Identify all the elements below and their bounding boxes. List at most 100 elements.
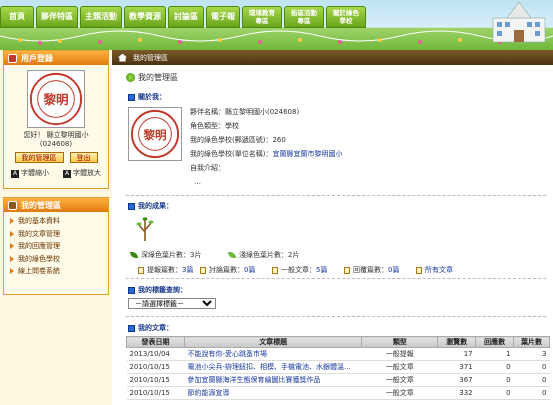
intro-text: … <box>194 178 201 186</box>
col-replies[interactable]: 回應數 <box>475 336 515 348</box>
tag-select[interactable]: －請選擇標籤－ <box>128 298 216 309</box>
sidebar-item-replies[interactable]: 我的回應管理 <box>4 240 108 253</box>
article-type: 一般文章 <box>361 373 438 387</box>
home-icon[interactable] <box>118 53 127 62</box>
general-count: 一般文章： 5篇 <box>272 265 327 275</box>
sidebar-item-basic-info[interactable]: 我的基本資料 <box>4 215 108 228</box>
article-replies: 0 <box>475 373 514 387</box>
tab-resources[interactable]: 教學資源 <box>124 6 166 28</box>
all-articles-link[interactable]: 所有文章 <box>425 265 453 275</box>
article-leaves: 0 <box>513 386 550 400</box>
font-larger-button[interactable]: A 字體放大 <box>63 168 101 178</box>
tab-about[interactable]: 關於綠色學校 <box>326 6 366 28</box>
col-type[interactable]: 類型 <box>361 336 439 348</box>
light-green-leaves: 淺綠色葉片數： 2片 <box>228 250 299 260</box>
article-title-link[interactable]: 不能說有你-愛心跳蚤市場 <box>187 350 267 358</box>
tab-partner[interactable]: 夥伴特區 <box>36 6 78 28</box>
tab-forum[interactable]: 討論區 <box>168 6 204 28</box>
breadcrumb: 我的管理區 <box>112 50 553 65</box>
school-zip-row: 我的綠色學校(郵遞區號)：260 <box>190 136 286 144</box>
article-date: 2010/10/15 <box>126 373 185 387</box>
my-area-button[interactable]: 我的管理區 <box>14 152 64 163</box>
achievements-heading: 我的成果： <box>128 201 173 211</box>
tab-env-education[interactable]: 環境教育專區 <box>242 6 282 28</box>
font-smaller-button[interactable]: A 字體縮小 <box>11 168 49 178</box>
document-icon <box>344 266 350 274</box>
header: 首頁 夥伴特區 主題活動 教學資源 討論區 電子報 環境教育專區 街區活動專區 … <box>0 0 553 50</box>
login-code: (024608) <box>39 140 73 148</box>
article-date: 2010/10/15 <box>126 360 185 374</box>
article-replies: 0 <box>475 360 514 374</box>
col-date[interactable]: 發表日期 <box>126 336 185 348</box>
article-type: 一般文章 <box>361 360 438 374</box>
tab-activities[interactable]: 主題活動 <box>80 6 122 28</box>
articles-table: 發表日期 文章標題 類型 瀏覽數 回應數 葉片數 2013/10/04 不能說有… <box>126 336 550 400</box>
col-title[interactable]: 文章標題 <box>183 336 363 348</box>
sidebar-item-green-school[interactable]: 我的綠色學校 <box>4 253 108 266</box>
section-icon <box>128 93 135 101</box>
document-icon <box>138 266 144 274</box>
manager-panel: 我的管理區 我的基本資料 我的文章管理 我的回應管理 我的綠色學校 線上問卷系統 <box>3 197 109 295</box>
col-views[interactable]: 瀏覽數 <box>437 336 477 348</box>
document-icon <box>272 266 278 274</box>
left-sidebar: 用戶登錄 黎明 您好！ 縣立黎明國小 (024608) 我的管理區 登出 A 字體… <box>0 50 112 405</box>
bunting-decoration <box>0 30 553 45</box>
article-replies: 0 <box>475 386 514 400</box>
school-unit-row: 我的綠色學校(單位名稱)：宜蘭縣宜蘭市黎明國小 <box>190 150 343 158</box>
article-title-link[interactable]: 參加宜蘭縣海洋生態保育繪圖比賽獲獎作品 <box>187 376 320 384</box>
partner-name-row: 夥伴名稱：縣立黎明國小(024608) <box>190 108 300 116</box>
articles-heading: 我的文章： <box>128 323 173 333</box>
school-unit-link[interactable]: 宜蘭縣宜蘭市黎明國小 <box>272 150 342 158</box>
manager-panel-header: 我的管理區 <box>4 198 108 212</box>
sidebar-item-survey[interactable]: 線上問卷系統 <box>4 265 108 278</box>
article-leaves: 0 <box>513 360 550 374</box>
divider <box>126 195 546 196</box>
deep-green-leaves: 深綠色葉片數： 3片 <box>130 250 201 260</box>
table-row: 2010/10/15 參加宜蘭縣海洋生態保育繪圖比賽獲獎作品 一般文章 367 … <box>126 373 550 387</box>
article-date: 2010/10/15 <box>126 386 185 400</box>
discussion-count: 討論篇數： 0篇 <box>200 265 255 275</box>
divider <box>126 316 546 317</box>
role-row: 角色類型：學校 <box>190 122 239 130</box>
arrow-right-icon <box>10 255 14 262</box>
article-type: 一般文章 <box>361 386 438 400</box>
article-title-link[interactable]: 電池小尖兵-辦理鈕扣、相模、手機電池、水銀體溫... <box>187 363 350 371</box>
tab-newsletter[interactable]: 電子報 <box>206 6 240 28</box>
globe-icon <box>126 73 135 82</box>
breadcrumb-current: 我的管理區 <box>133 53 168 62</box>
leaf-icon <box>228 252 236 258</box>
article-views: 371 <box>437 360 476 374</box>
svg-text:黎明: 黎明 <box>142 128 166 142</box>
col-leaves[interactable]: 葉片數 <box>513 336 550 348</box>
login-panel-header: 用戶登錄 <box>4 51 108 65</box>
about-heading: 關於我： <box>128 92 166 102</box>
school-logo-large: 黎明 <box>128 107 182 161</box>
tab-home[interactable]: 首頁 <box>0 6 34 28</box>
arrow-right-icon <box>10 268 14 275</box>
article-views: 332 <box>437 386 476 400</box>
section-icon <box>128 286 135 294</box>
section-icon <box>128 202 135 210</box>
article-views: 17 <box>437 347 476 361</box>
tree-icon <box>136 217 154 241</box>
divider <box>126 278 546 279</box>
tag-search-heading: 我的標籤查詢： <box>128 285 187 295</box>
tab-street-activity[interactable]: 街區活動專區 <box>284 6 324 28</box>
table-row: 2010/10/15 電池小尖兵-辦理鈕扣、相模、手機電池、水銀體溫... 一般… <box>126 360 550 374</box>
document-icon <box>416 266 422 274</box>
page-title: 我的管理區 <box>126 72 178 83</box>
sidebar-item-articles[interactable]: 我的文章管理 <box>4 228 108 241</box>
main-nav: 首頁 夥伴特區 主題活動 教學資源 討論區 電子報 環境教育專區 街區活動專區 … <box>0 6 368 28</box>
font-smaller-icon: A <box>11 170 19 178</box>
reports-count: 提報篇數： 3篇 <box>138 265 193 275</box>
article-title-link[interactable]: 節約能源宣導 <box>187 389 229 397</box>
article-leaves: 3 <box>513 347 550 361</box>
logout-button[interactable]: 登出 <box>69 152 98 163</box>
school-building-illustration <box>492 1 546 43</box>
article-date: 2013/10/04 <box>126 347 185 361</box>
arrow-right-icon <box>10 243 14 250</box>
reply-count: 回覆篇數： 0篇 <box>344 265 399 275</box>
table-row: 2010/10/15 節約能源宣導 一般文章 332 0 0 <box>126 386 550 400</box>
arrow-right-icon <box>10 218 14 225</box>
user-icon <box>8 53 17 63</box>
